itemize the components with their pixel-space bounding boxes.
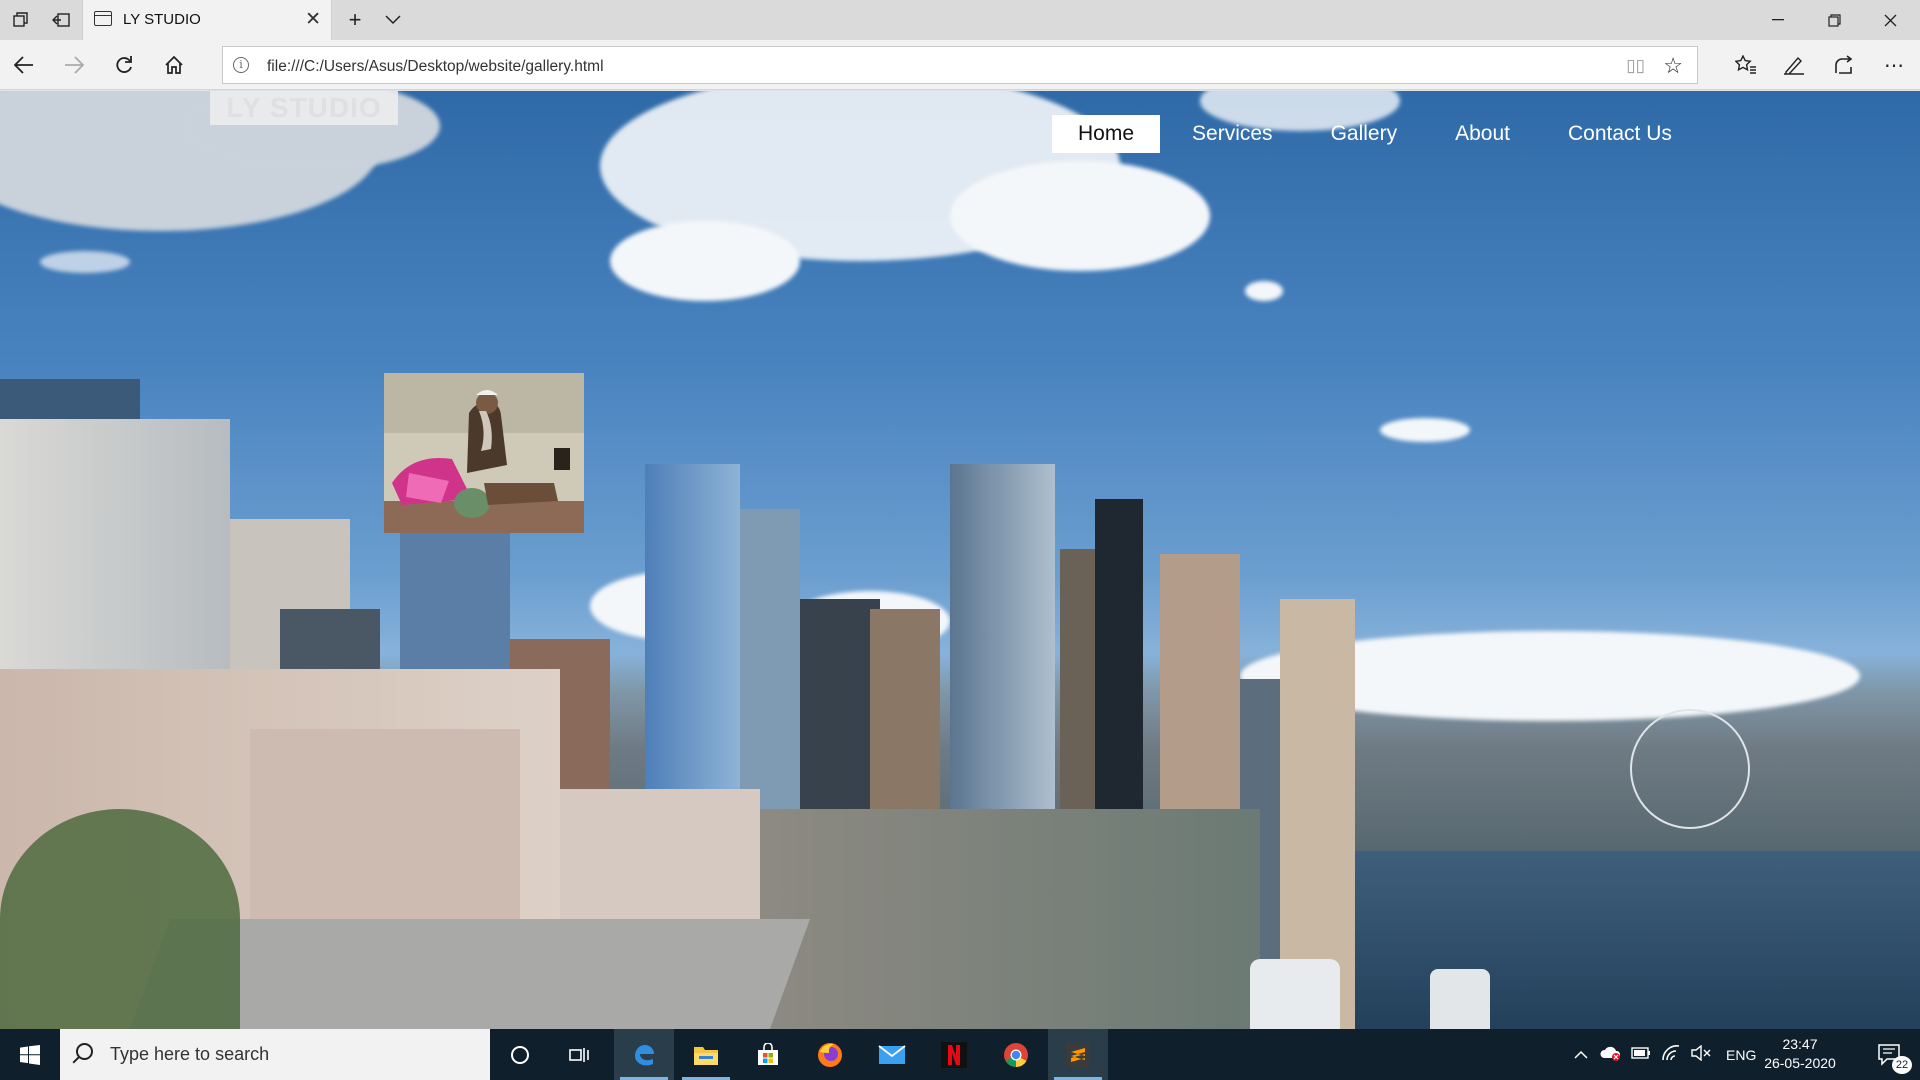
page-icon (94, 11, 112, 26)
gallery-photo-thumbnail[interactable] (384, 373, 584, 533)
action-center-notifications-icon[interactable]: 22 (1860, 1029, 1920, 1080)
netflix-icon[interactable] (924, 1029, 984, 1080)
firefox-icon[interactable] (800, 1029, 860, 1080)
favorite-star-icon[interactable]: ☆ (1663, 53, 1683, 79)
edge-icon[interactable] (614, 1029, 674, 1080)
forward-icon[interactable] (50, 40, 98, 90)
tab-title: LY STUDIO (123, 11, 201, 28)
nav-home[interactable]: Home (1052, 115, 1161, 153)
search-placeholder: Type here to search (110, 1044, 270, 1064)
address-bar[interactable]: i file:///C:/Users/Asus/Desktop/website/… (222, 46, 1698, 84)
system-tray: ENG (1570, 1029, 1756, 1080)
close-window-icon[interactable] (1862, 0, 1918, 40)
taskbar-clock[interactable]: 23:47 26-05-2020 (1760, 1035, 1840, 1073)
browser-tab-active[interactable]: LY STUDIO ✕ (82, 0, 332, 40)
tabs-aside-icon[interactable] (2, 0, 40, 40)
clock-time: 23:47 (1782, 1036, 1818, 1052)
sublime-text-icon[interactable] (1048, 1029, 1108, 1080)
site-navigation: Home Services Gallery About Contact Us (1052, 115, 1704, 153)
site-info-icon[interactable]: i (233, 57, 249, 73)
show-hidden-icons-chevron-icon[interactable] (1570, 1046, 1592, 1063)
back-icon[interactable] (0, 40, 48, 90)
browser-toolbar: i file:///C:/Users/Asus/Desktop/website/… (0, 40, 1920, 90)
set-tabs-aside-icon[interactable] (42, 0, 80, 40)
taskbar-search-input[interactable]: Type here to search (60, 1029, 490, 1080)
task-view-icon[interactable] (550, 1029, 610, 1080)
home-icon[interactable] (150, 40, 198, 90)
tab-list-chevron-icon[interactable] (374, 0, 412, 40)
restore-icon[interactable] (1806, 0, 1862, 40)
nav-gallery[interactable]: Gallery (1305, 115, 1424, 153)
browser-tab-strip: LY STUDIO ✕ + (0, 0, 1920, 40)
web-page-viewport: LY STUDIO Home Services Gallery About Co… (0, 91, 1920, 1029)
file-explorer-icon[interactable] (676, 1029, 736, 1080)
windows-taskbar: Type here to search ENG 23:47 26-05-2020… (0, 1029, 1920, 1080)
nav-services[interactable]: Services (1166, 115, 1299, 153)
close-tab-icon[interactable]: ✕ (305, 8, 321, 31)
onedrive-error-icon[interactable] (1596, 1045, 1626, 1065)
new-tab-icon[interactable]: + (336, 0, 374, 40)
battery-icon[interactable] (1626, 1046, 1656, 1063)
microsoft-store-icon[interactable] (738, 1029, 798, 1080)
address-url[interactable]: file:///C:/Users/Asus/Desktop/website/ga… (267, 58, 604, 76)
clock-date: 26-05-2020 (1764, 1055, 1836, 1071)
minimize-icon[interactable] (1750, 0, 1806, 40)
nav-contact-us[interactable]: Contact Us (1542, 115, 1698, 153)
reading-view-icon[interactable]: ▯▯ (1626, 56, 1645, 76)
share-icon[interactable] (1820, 40, 1868, 90)
chrome-icon[interactable] (986, 1029, 1046, 1080)
cortana-icon[interactable] (490, 1029, 550, 1080)
more-menu-icon[interactable]: ⋯ (1870, 40, 1918, 90)
web-note-pen-icon[interactable] (1770, 40, 1818, 90)
site-logo[interactable]: LY STUDIO (210, 91, 398, 125)
refresh-icon[interactable] (100, 40, 148, 90)
wifi-icon[interactable] (1656, 1044, 1686, 1065)
volume-muted-icon[interactable] (1686, 1044, 1716, 1065)
input-language-indicator[interactable]: ENG (1726, 1047, 1756, 1063)
notification-count-badge: 22 (1892, 1056, 1912, 1074)
favorites-list-icon[interactable] (1722, 40, 1770, 90)
search-icon (76, 1043, 93, 1060)
nav-about[interactable]: About (1429, 115, 1536, 153)
start-windows-icon[interactable] (0, 1029, 60, 1080)
mail-icon[interactable] (862, 1029, 922, 1080)
